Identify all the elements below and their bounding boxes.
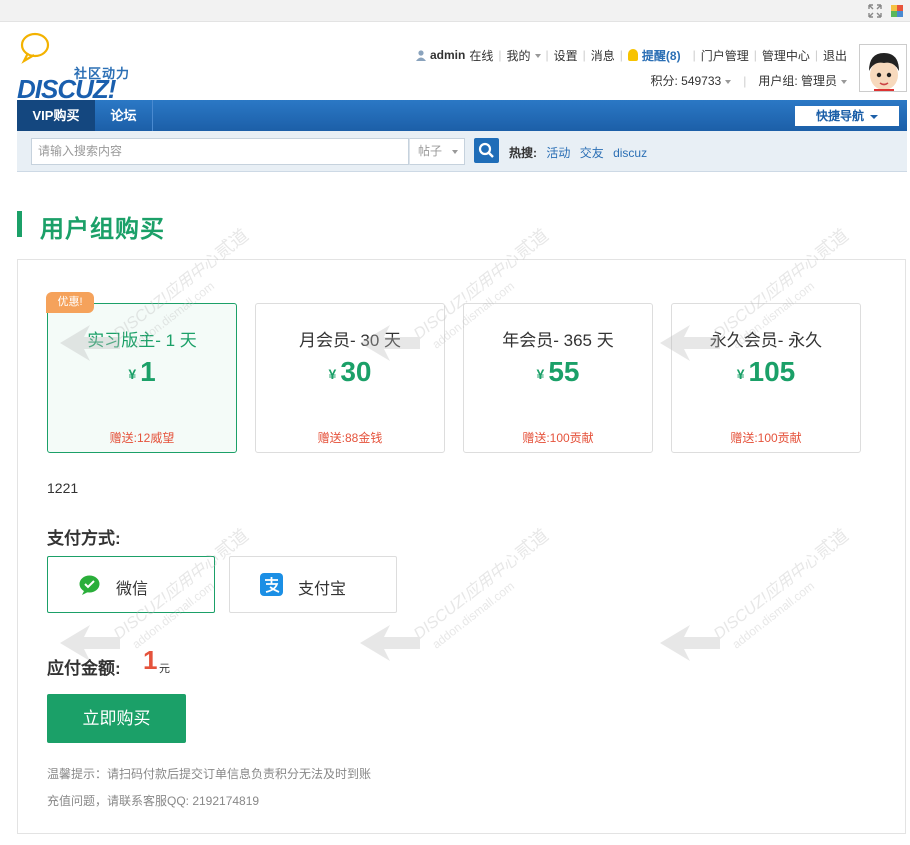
alipay-icon xyxy=(260,573,283,596)
chevron-down-icon xyxy=(534,54,541,59)
plan-price: ¥1 xyxy=(128,356,156,387)
search-type-select[interactable]: 帖子 xyxy=(409,138,465,165)
hot-search-link[interactable]: discuz xyxy=(613,146,647,160)
stats-bar: 积分: 549733 | 用户组: 管理员 xyxy=(650,72,847,89)
svg-text:贰道: 贰道 xyxy=(811,225,852,264)
discuz-logo[interactable]: 社区动力 DISCUZ! xyxy=(17,32,157,104)
plan-name: 实习版主- 1 天 xyxy=(87,331,197,350)
svg-text:贰道: 贰道 xyxy=(511,225,552,264)
nav-item-forum[interactable]: 论坛 xyxy=(95,100,153,131)
plan-gift: 赠送:88金钱 xyxy=(317,431,383,445)
chevron-down-icon xyxy=(841,79,847,84)
search-button[interactable] xyxy=(474,138,499,163)
plan-card-monthly[interactable]: 月会员- 30 天 ¥30 赠送:88金钱 xyxy=(255,303,445,453)
chevron-down-icon xyxy=(725,79,732,84)
portal-admin-link[interactable]: 门户管理 xyxy=(701,47,749,64)
avatar[interactable] xyxy=(859,44,907,92)
purchase-panel: 优惠! 实习版主- 1 天 ¥1 赠送:12威望 月会员- 30 天 ¥30 赠… xyxy=(17,259,906,834)
hot-search-label: 热搜: xyxy=(509,146,537,160)
pay-option-alipay[interactable]: 支付宝 xyxy=(229,556,397,613)
plan-gift: 赠送:100贡献 xyxy=(730,431,802,445)
plan-name: 月会员- 30 天 xyxy=(298,331,402,350)
page-title: 用户组购买 xyxy=(40,216,165,243)
plan-note: 1221 xyxy=(47,480,79,496)
nav-item-vip[interactable]: VIP购买 xyxy=(17,100,95,131)
chevron-down-icon xyxy=(452,149,459,154)
username-link[interactable]: admin xyxy=(430,48,465,62)
lightbulb-icon xyxy=(627,49,638,61)
plan-price: ¥55 xyxy=(536,356,580,387)
payment-tip: 温馨提示：请扫码付款后提交订单信息负责积分无法及时到账 xyxy=(47,767,372,781)
amount-due-value: 1 xyxy=(143,645,158,675)
usergroup-menu[interactable]: 用户组: 管理员 xyxy=(758,72,847,89)
support-contact: 充值问题，请联系客服QQ: 2192174819 xyxy=(47,794,260,808)
pay-option-wechat[interactable]: 微信 xyxy=(47,556,215,613)
plan-card-lifetime[interactable]: 永久会员- 永久 ¥105 赠送:100贡献 xyxy=(671,303,861,453)
window-toolbar xyxy=(0,0,910,22)
pay-option-label: 支付宝 xyxy=(298,581,347,598)
hot-search-link[interactable]: 活动 xyxy=(546,146,570,160)
user-bar: admin 在线 | 我的 | 设置 | 消息 | 提醒(8) | 门户管理 |… xyxy=(416,46,847,64)
amount-due-unit: 元 xyxy=(159,663,170,675)
promo-badge: 优惠! xyxy=(46,292,94,313)
plan-gift: 赠送:100贡献 xyxy=(522,431,594,445)
fullscreen-icon[interactable] xyxy=(868,4,882,18)
notifications-link[interactable]: 提醒(8) xyxy=(642,47,681,64)
main-nav: VIP购买 论坛 快捷导航 xyxy=(17,100,907,131)
messages-link[interactable]: 消息 xyxy=(591,47,615,64)
plan-card-intern[interactable]: 优惠! 实习版主- 1 天 ¥1 赠送:12威望 xyxy=(46,292,237,453)
hot-search-link[interactable]: 交友 xyxy=(580,146,604,160)
title-accent-bar xyxy=(17,211,22,237)
search-input[interactable]: 请输入搜索内容 xyxy=(31,138,409,165)
bubble-logo-icon xyxy=(20,32,50,64)
svg-text:贰道: 贰道 xyxy=(211,225,252,264)
points-menu[interactable]: 积分: 549733 xyxy=(650,72,732,89)
plan-name: 永久会员- 永久 xyxy=(709,331,823,350)
plan-name: 年会员- 365 天 xyxy=(502,331,614,350)
pay-option-label: 微信 xyxy=(116,581,149,598)
amount-due-label: 应付金额: xyxy=(47,659,121,678)
admin-center-link[interactable]: 管理中心 xyxy=(762,47,810,64)
search-icon xyxy=(478,142,494,158)
settings-link[interactable]: 设置 xyxy=(554,47,578,64)
wechat-icon xyxy=(79,575,100,595)
hot-search: 热搜: 活动 交友 discuz xyxy=(509,144,653,161)
site-header: 社区动力 DISCUZ! admin 在线 | 我的 | 设置 | 消息 | 提… xyxy=(17,22,907,104)
plan-price: ¥105 xyxy=(736,356,796,387)
user-icon xyxy=(416,49,426,61)
plan-gift: 赠送:12威望 xyxy=(109,431,175,445)
chevron-down-icon xyxy=(870,114,878,119)
online-status[interactable]: 在线 xyxy=(469,47,493,64)
color-palette-icon[interactable] xyxy=(890,4,904,18)
my-menu[interactable]: 我的 xyxy=(506,47,541,64)
plan-price: ¥30 xyxy=(328,356,372,387)
logout-link[interactable]: 退出 xyxy=(823,47,847,64)
buy-now-button[interactable]: 立即购买 xyxy=(47,694,186,743)
plan-card-yearly[interactable]: 年会员- 365 天 ¥55 赠送:100贡献 xyxy=(463,303,653,453)
quick-nav-button[interactable]: 快捷导航 xyxy=(795,106,899,126)
payment-method-label: 支付方式: xyxy=(47,529,121,548)
search-bar: 请输入搜索内容 帖子 热搜: 活动 交友 discuz xyxy=(17,131,907,172)
